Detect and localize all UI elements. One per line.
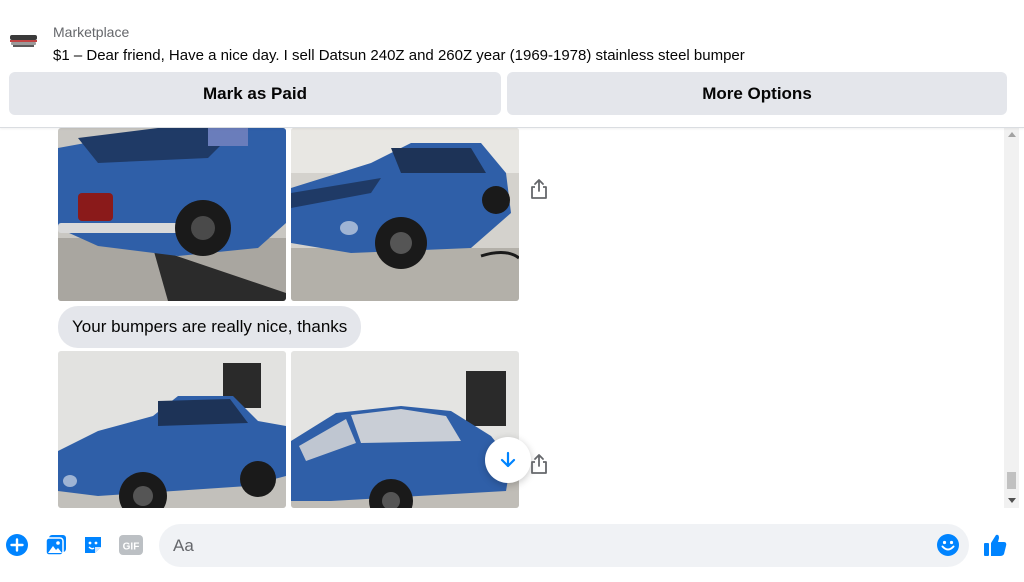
- thumbs-up-icon[interactable]: [982, 532, 1008, 563]
- marketplace-label: Marketplace: [53, 24, 130, 40]
- arrow-down-icon: [500, 451, 516, 468]
- scroll-down-arrow-icon[interactable]: [1008, 498, 1016, 503]
- share-icon[interactable]: [529, 453, 549, 475]
- messenger-chat-window: Marketplace $1 – Dear friend, Have a nic…: [0, 0, 1024, 582]
- message-thread: Your bumpers are really nice, thanks: [0, 128, 1004, 508]
- listing-thumbnail[interactable]: [8, 27, 39, 53]
- more-options-button[interactable]: More Options: [507, 72, 1007, 115]
- message-input[interactable]: [159, 524, 969, 567]
- gif-label: GIF: [123, 542, 140, 553]
- car-photo-rear[interactable]: [58, 128, 286, 301]
- car-photo-front[interactable]: [291, 128, 519, 301]
- scrollbar-thumb[interactable]: [1007, 472, 1016, 489]
- emoji-icon[interactable]: [936, 533, 960, 562]
- car-photo-side-2[interactable]: [291, 351, 519, 508]
- chat-header: Marketplace $1 – Dear friend, Have a nic…: [0, 0, 1024, 128]
- message-composer: GIF: [0, 508, 1024, 582]
- scroll-to-bottom-button[interactable]: [485, 437, 531, 483]
- sticker-icon[interactable]: [80, 532, 106, 558]
- scroll-up-arrow-icon[interactable]: [1008, 132, 1016, 137]
- mark-as-paid-button[interactable]: Mark as Paid: [9, 72, 501, 115]
- scrollbar[interactable]: [1004, 128, 1019, 508]
- listing-title[interactable]: $1 – Dear friend, Have a nice day. I sel…: [53, 47, 745, 64]
- plus-circle-icon[interactable]: [4, 532, 30, 558]
- car-photo-side[interactable]: [58, 351, 286, 508]
- message-bubble: Your bumpers are really nice, thanks: [58, 306, 362, 348]
- photo-icon[interactable]: [43, 532, 69, 558]
- share-icon[interactable]: [529, 178, 549, 200]
- gif-icon[interactable]: GIF: [118, 532, 144, 558]
